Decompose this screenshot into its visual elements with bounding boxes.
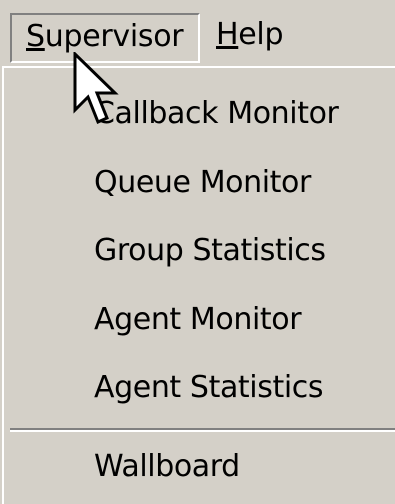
menu-help-mnemonic: H — [216, 17, 239, 52]
menu-item-label: Wallboard — [94, 449, 240, 484]
dropdown-edge-highlight — [2, 66, 4, 504]
menu-item-label: Queue Monitor — [94, 165, 311, 200]
menu-item-label: Agent Monitor — [94, 302, 302, 337]
menu-separator — [10, 428, 395, 432]
menu-help-label: elp — [238, 17, 284, 52]
menu-item-label: Callback Monitor — [94, 96, 339, 131]
menu-help[interactable]: Help — [212, 13, 302, 63]
menu-supervisor[interactable]: Supervisor — [10, 13, 200, 63]
menu-item-label: Agent Statistics — [94, 370, 324, 405]
menu-bar: Supervisor Help — [0, 0, 395, 72]
menu-item-group-statistics[interactable]: Group Statistics — [12, 222, 395, 280]
menu-item-agent-statistics[interactable]: Agent Statistics — [12, 359, 395, 417]
menu-supervisor-label: upervisor — [44, 19, 184, 54]
dropdown-edge-top — [2, 66, 395, 68]
menu-supervisor-mnemonic: S — [26, 19, 45, 54]
menu-item-agent-monitor[interactable]: Agent Monitor — [12, 291, 395, 349]
menu-item-callback-monitor[interactable]: Callback Monitor — [12, 85, 395, 143]
menu-item-wallboard[interactable]: Wallboard — [12, 438, 395, 496]
supervisor-dropdown-menu: Callback Monitor Queue Monitor Group Sta… — [0, 66, 395, 504]
menu-item-queue-monitor[interactable]: Queue Monitor — [12, 154, 395, 212]
menu-item-label: Group Statistics — [94, 233, 326, 268]
